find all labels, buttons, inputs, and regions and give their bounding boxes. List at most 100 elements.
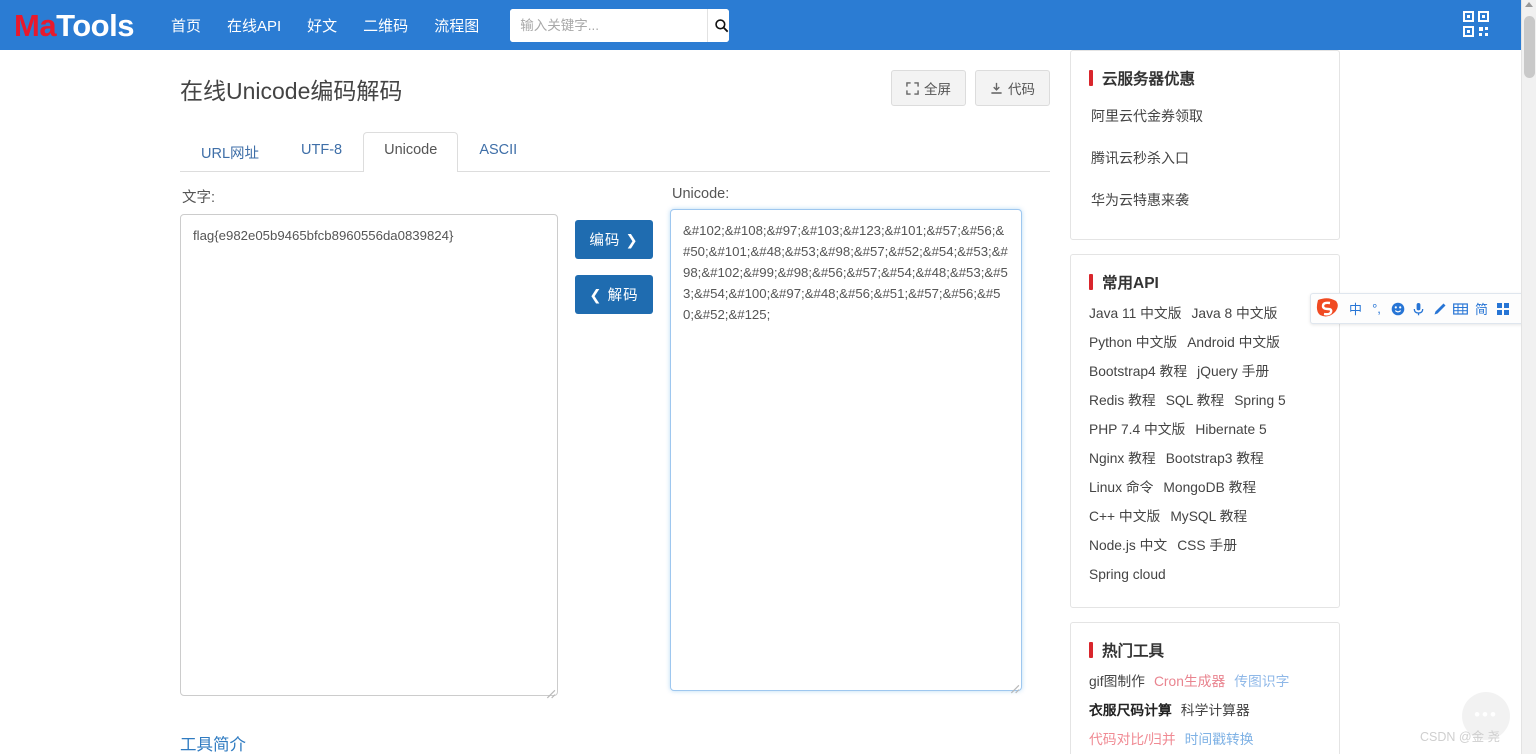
- scroll-up-arrow-icon[interactable]: [1525, 2, 1533, 7]
- ime-punctuation-icon[interactable]: °,: [1366, 297, 1387, 321]
- api-link[interactable]: Spring cloud: [1089, 567, 1166, 582]
- fullscreen-button[interactable]: 全屏: [891, 70, 966, 106]
- chevron-left-icon: ❮: [589, 288, 603, 304]
- tab-utf8[interactable]: UTF-8: [280, 132, 363, 172]
- api-link[interactable]: jQuery 手册: [1197, 364, 1269, 379]
- api-link[interactable]: Bootstrap4 教程: [1089, 364, 1187, 379]
- ime-mode-chinese-icon[interactable]: 中: [1345, 297, 1366, 321]
- api-link[interactable]: Python 中文版: [1089, 335, 1177, 350]
- hot-card-title: 热门工具: [1089, 639, 1321, 661]
- panel-actions: 全屏 代码: [891, 66, 1050, 106]
- api-link[interactable]: Spring 5: [1234, 393, 1285, 408]
- nav-item-qrcode[interactable]: 二维码: [350, 15, 421, 36]
- api-link[interactable]: SQL 教程: [1166, 393, 1225, 408]
- tab-ascii[interactable]: ASCII: [458, 132, 538, 172]
- api-link[interactable]: Linux 命令: [1089, 480, 1153, 495]
- promo-link-tencent[interactable]: 腾讯云秒杀入口: [1089, 137, 1321, 179]
- text-input[interactable]: flag{e982e05b9465bfcb8960556da0839824}: [180, 214, 558, 696]
- api-card-title: 常用API: [1089, 271, 1321, 293]
- title-accent-bar: [1089, 70, 1093, 86]
- download-icon: [991, 82, 1002, 94]
- hot-tool-link[interactable]: 科学计算器: [1181, 703, 1250, 718]
- api-row: Node.js 中文 CSS 手册: [1089, 531, 1321, 560]
- nav-item-articles[interactable]: 好文: [294, 15, 350, 36]
- hot-link-list: gif图制作 Cron生成器 传图识字 衣服尺码计算 科学计算器 代码对比/归并 时间戳转换: [1089, 667, 1321, 754]
- promo-link-aliyun[interactable]: 阿里云代金券领取: [1089, 95, 1321, 137]
- code-label: 代码: [1008, 82, 1035, 97]
- logo-text-tools: Tools: [56, 7, 134, 43]
- api-link-list: Java 11 中文版 Java 8 中文版 Python 中文版 Android 中…: [1089, 299, 1321, 589]
- page-scrollbar[interactable]: [1521, 0, 1536, 754]
- intro-heading: 工具简介: [180, 736, 246, 754]
- ime-emoji-icon[interactable]: [1387, 297, 1408, 321]
- unicode-output-label: Unicode:: [672, 186, 730, 202]
- tab-url[interactable]: URL网址: [180, 132, 280, 172]
- ime-voice-icon[interactable]: [1408, 297, 1429, 321]
- qrcode-icon[interactable]: [1463, 11, 1489, 37]
- api-card: 常用API Java 11 中文版 Java 8 中文版 Python 中文版 And…: [1070, 254, 1340, 608]
- promo-link-huawei[interactable]: 华为云特惠来袭: [1089, 179, 1321, 221]
- hot-tool-link[interactable]: 代码对比/归并: [1089, 732, 1176, 747]
- format-tabs: URL网址 UTF-8 Unicode ASCII: [180, 132, 1050, 172]
- decode-button[interactable]: ❮ 解码: [575, 275, 653, 314]
- api-link[interactable]: CSS 手册: [1177, 538, 1237, 553]
- hot-tool-link[interactable]: gif图制作: [1089, 674, 1145, 689]
- encode-button[interactable]: 编码 ❯: [575, 220, 653, 259]
- hot-tool-link[interactable]: 衣服尺码计算: [1089, 703, 1172, 718]
- search-input[interactable]: [510, 8, 708, 42]
- api-row: Python 中文版 Android 中文版: [1089, 328, 1321, 357]
- hot-tool-link[interactable]: Cron生成器: [1154, 674, 1225, 689]
- ime-menu-icon[interactable]: [1492, 297, 1513, 321]
- browser-page: MaTools 首页 在线API 好文 二维码 流程图 输入关键字... 在线U…: [0, 0, 1536, 754]
- ime-handwriting-icon[interactable]: [1429, 297, 1450, 321]
- decode-label: 解码: [607, 288, 639, 304]
- hot-tool-link[interactable]: 传图识字: [1234, 674, 1289, 689]
- hot-tools-card: 热门工具 gif图制作 Cron生成器 传图识字 衣服尺码计算 科学计算器 代码对比/归并…: [1070, 622, 1340, 754]
- api-link[interactable]: Java 8 中文版: [1192, 306, 1278, 321]
- api-link[interactable]: Nginx 教程: [1089, 451, 1156, 466]
- right-sidebar: 云服务器优惠 阿里云代金券领取 腾讯云秒杀入口 华为云特惠来袭 常用API Ja…: [1070, 50, 1340, 754]
- promo-title-text: 云服务器优惠: [1102, 71, 1196, 88]
- api-link[interactable]: Bootstrap3 教程: [1166, 451, 1264, 466]
- api-link[interactable]: Android 中文版: [1187, 335, 1280, 350]
- nav-item-home[interactable]: 首页: [158, 15, 214, 36]
- title-accent-bar: [1089, 642, 1093, 658]
- api-link[interactable]: PHP 7.4 中文版: [1089, 422, 1185, 437]
- text-input-label: 文字:: [182, 190, 216, 206]
- search-button[interactable]: [707, 8, 730, 42]
- api-link[interactable]: MongoDB 教程: [1163, 480, 1256, 495]
- hot-title-text: 热门工具: [1102, 643, 1165, 660]
- hot-row: 代码对比/归并 时间戳转换: [1089, 725, 1321, 754]
- ime-simplified-icon[interactable]: 简: [1471, 297, 1492, 321]
- unicode-output[interactable]: &#102;&#108;&#97;&#103;&#123;&#101;&#57;…: [670, 209, 1022, 691]
- scrollbar-thumb[interactable]: [1524, 16, 1535, 78]
- api-link[interactable]: Redis 教程: [1089, 393, 1156, 408]
- hot-tool-link[interactable]: 时间戳转换: [1185, 732, 1254, 747]
- site-logo[interactable]: MaTools: [14, 10, 134, 41]
- ime-keyboard-icon[interactable]: [1450, 297, 1471, 321]
- api-link[interactable]: Java 11 中文版: [1089, 306, 1182, 321]
- chat-bubble-icon: •••: [1474, 704, 1498, 724]
- nav-item-flowchart[interactable]: 流程图: [421, 15, 492, 36]
- unicode-output-wrap: &#102;&#108;&#97;&#103;&#123;&#101;&#57;…: [670, 209, 1022, 696]
- api-row: C++ 中文版 MySQL 教程: [1089, 502, 1321, 531]
- api-link[interactable]: MySQL 教程: [1170, 509, 1247, 524]
- api-row: Spring cloud: [1089, 560, 1321, 589]
- nav-item-api[interactable]: 在线API: [214, 15, 294, 36]
- api-row: Linux 命令 MongoDB 教程: [1089, 473, 1321, 502]
- tool-panel: 在线Unicode编码解码 全屏 代码 URL网址 UTF-8 Unicode …: [170, 50, 1050, 754]
- tab-unicode[interactable]: Unicode: [363, 132, 459, 172]
- encode-label: 编码: [589, 233, 621, 249]
- api-link[interactable]: Hibernate 5: [1195, 422, 1266, 437]
- code-button[interactable]: 代码: [975, 70, 1050, 106]
- api-row: Bootstrap4 教程 jQuery 手册: [1089, 357, 1321, 386]
- api-link[interactable]: Node.js 中文: [1089, 538, 1167, 553]
- site-header: MaTools 首页 在线API 好文 二维码 流程图: [0, 0, 1521, 50]
- sogou-ime-toolbar[interactable]: 中 °, 简: [1310, 293, 1536, 324]
- text-input-wrap: flag{e982e05b9465bfcb8960556da0839824}: [180, 214, 558, 701]
- api-link[interactable]: C++ 中文版: [1089, 509, 1160, 524]
- hot-row: 衣服尺码计算 科学计算器: [1089, 696, 1321, 725]
- sogou-logo-icon[interactable]: [1313, 296, 1341, 322]
- promo-card: 云服务器优惠 阿里云代金券领取 腾讯云秒杀入口 华为云特惠来袭: [1070, 50, 1340, 240]
- csdn-watermark: CSDN @金 尧: [1420, 730, 1501, 744]
